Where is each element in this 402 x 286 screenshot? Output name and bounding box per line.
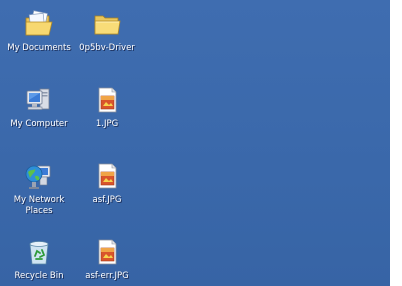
jpg-file-icon — [98, 87, 117, 113]
folder-icon — [94, 15, 121, 35]
desktop-icon-label: My Network Places — [13, 195, 65, 216]
desktop-icon-label: asf.JPG — [92, 195, 122, 205]
desktop-icon-my-computer[interactable]: My Computer — [1, 84, 77, 130]
network-places-icon — [25, 165, 51, 189]
desktop-icon-1-jpg[interactable]: 1.JPG — [69, 84, 145, 130]
recycle-bin-icon — [29, 241, 49, 265]
desktop-icon-0p5bv-driver[interactable]: 0p5bv-Driver — [69, 8, 145, 54]
desktop-icon-asf-err-jpg[interactable]: asf-err.JPG — [69, 236, 145, 282]
desktop-icon-label: My Computer — [10, 119, 68, 129]
desktop-icon-asf-jpg[interactable]: asf.JPG — [69, 160, 145, 206]
jpg-file-icon — [98, 239, 117, 265]
desktop-icon-label: asf-err.JPG — [85, 271, 129, 281]
desktop-icon-label: 1.JPG — [95, 119, 119, 129]
desktop: My Documents 0p5bv-Driver My Computer 1.… — [0, 0, 390, 286]
my-computer-icon — [26, 88, 50, 110]
desktop-icon-label: 0p5bv-Driver — [79, 43, 135, 53]
my-documents-icon — [25, 10, 53, 36]
desktop-icon-label: My Documents — [7, 43, 71, 53]
desktop-icon-my-documents[interactable]: My Documents — [1, 8, 77, 54]
desktop-icon-recycle-bin[interactable]: Recycle Bin — [1, 236, 77, 282]
desktop-icon-my-network-places[interactable]: My Network Places — [1, 160, 77, 217]
desktop-icon-label: Recycle Bin — [14, 271, 64, 281]
jpg-file-icon — [98, 163, 117, 189]
